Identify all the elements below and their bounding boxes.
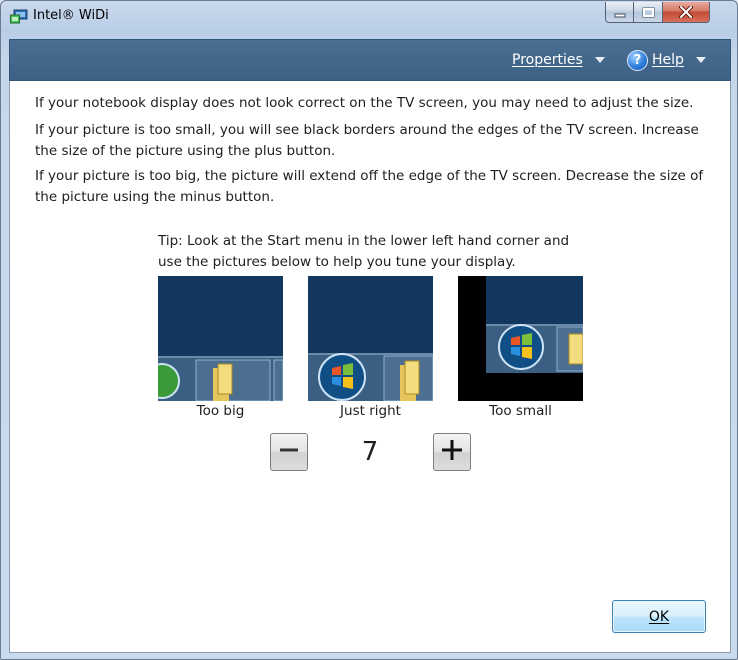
too-small-paragraph: If your picture is too small, you will s… <box>35 122 699 159</box>
widi-window: Intel® WiDi Properties ? Help If your no… <box>0 0 738 660</box>
minimize-icon <box>614 3 626 22</box>
size-value: 7 <box>361 437 379 467</box>
plus-icon <box>440 438 464 466</box>
window-title: Intel® WiDi <box>33 8 109 23</box>
properties-menu[interactable]: Properties <box>512 40 605 80</box>
chevron-down-icon <box>594 57 605 63</box>
maximize-button[interactable] <box>634 2 663 23</box>
close-icon <box>679 3 693 22</box>
minimize-button[interactable] <box>605 2 634 23</box>
decrease-size-button[interactable] <box>270 433 308 471</box>
help-menu-label: Help <box>652 52 684 68</box>
ok-button[interactable]: OK <box>612 600 706 633</box>
menu-bar: Properties ? Help <box>9 39 731 81</box>
too-small-preview-image <box>458 276 583 401</box>
properties-menu-label: Properties <box>512 52 583 68</box>
chevron-down-icon <box>695 57 706 63</box>
too-big-preview-image <box>158 276 283 401</box>
main-content: If your notebook display does not look c… <box>9 81 731 653</box>
intro-paragraph: If your notebook display does not look c… <box>35 95 694 111</box>
ok-button-label: OK <box>648 608 670 625</box>
minus-icon <box>278 439 300 465</box>
too-small-label: Too small <box>489 403 552 419</box>
close-button[interactable] <box>663 2 710 23</box>
just-right-preview-image <box>308 276 433 401</box>
increase-size-button[interactable] <box>433 433 471 471</box>
intel-widi-app-icon <box>10 9 28 25</box>
help-menu[interactable]: ? Help <box>627 40 706 80</box>
title-bar[interactable]: Intel® WiDi <box>1 1 737 33</box>
help-icon: ? <box>627 49 648 71</box>
maximize-icon <box>642 3 655 22</box>
too-big-paragraph: If your picture is too big, the picture … <box>35 168 704 205</box>
too-big-label: Too big <box>196 403 245 419</box>
tip-text: Tip: Look at the Start menu in the lower… <box>158 233 570 270</box>
just-right-label: Just right <box>340 403 401 419</box>
